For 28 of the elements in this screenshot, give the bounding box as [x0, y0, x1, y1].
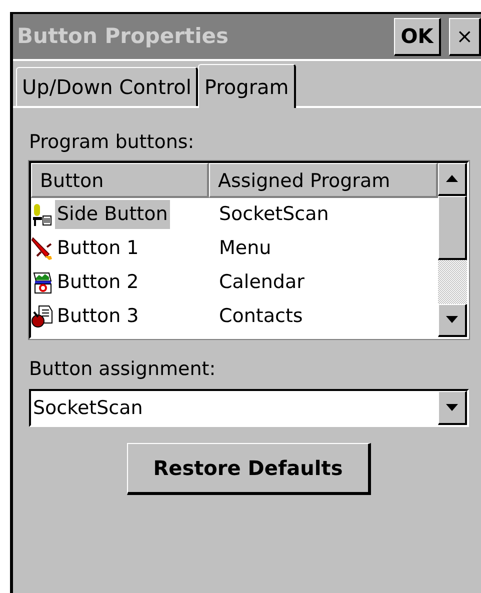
rocket-icon	[31, 236, 55, 261]
window-title: Button Properties	[17, 22, 230, 50]
table-cell-text: SocketScan	[218, 202, 329, 228]
list-item[interactable]: Button 3	[55, 302, 141, 331]
restore-defaults-button[interactable]: Restore Defaults	[127, 443, 371, 495]
assignment-dropdown[interactable]: SocketScan	[29, 389, 469, 427]
tab[interactable]: Program	[198, 64, 296, 108]
ok-button[interactable]: OK	[394, 18, 442, 56]
scroll-up-button[interactable]	[438, 162, 467, 196]
column-header[interactable]: Button	[31, 162, 209, 198]
list-item[interactable]: Side Button	[55, 200, 170, 229]
scroll-thumb[interactable]	[438, 196, 467, 260]
column-header[interactable]: Assigned Program	[209, 162, 438, 198]
table-cell-text: Contacts	[218, 304, 303, 330]
scroll-down-button[interactable]	[438, 304, 467, 336]
up-arrow-icon	[446, 175, 458, 182]
table-cell-text: Menu	[218, 236, 272, 262]
dropdown-button[interactable]	[438, 391, 467, 425]
down-arrow-icon	[446, 404, 458, 411]
down-arrow-icon	[446, 316, 458, 323]
list-item[interactable]: Button 2	[55, 268, 141, 297]
close-button[interactable]: ×	[449, 18, 481, 56]
tab[interactable]: Up/Down Control	[16, 67, 198, 106]
list-item[interactable]: Button 1	[55, 234, 141, 263]
scrollbar[interactable]	[438, 162, 467, 336]
table-cell-text: Calendar	[218, 270, 304, 296]
field-label: Button assignment:	[29, 356, 217, 382]
section-label: Program buttons:	[29, 130, 196, 155]
